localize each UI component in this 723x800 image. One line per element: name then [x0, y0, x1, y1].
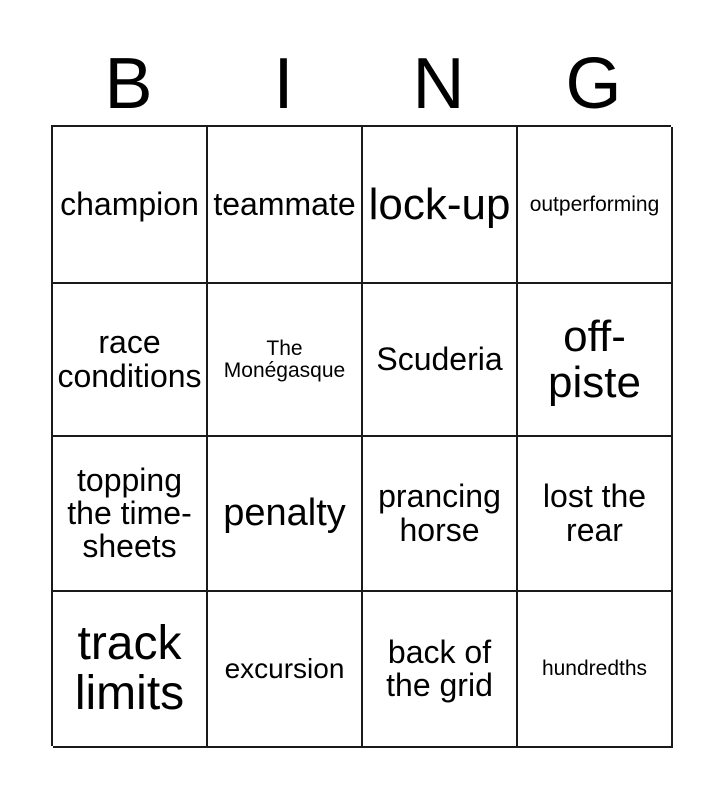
- bingo-cell[interactable]: lost the rear: [518, 437, 673, 592]
- bingo-cell-label: lost the rear: [542, 478, 647, 548]
- bingo-cell-label: teammate: [213, 185, 356, 222]
- bingo-header-letter-g: G: [565, 44, 622, 124]
- bingo-grid: champion teammate lock-up outperforming …: [51, 125, 673, 748]
- bingo-cell[interactable]: topping the time-sheets: [53, 437, 208, 592]
- bingo-cell-label: penalty: [223, 491, 346, 534]
- bingo-cell-label: prancing horse: [378, 478, 501, 548]
- bingo-cell[interactable]: lock-up: [363, 127, 518, 284]
- bingo-cell-label: Scuderia: [376, 340, 503, 377]
- bingo-cell[interactable]: teammate: [208, 127, 363, 284]
- bingo-cell-label: track limits: [74, 617, 185, 720]
- bingo-cell-label: excursion: [224, 653, 345, 685]
- bingo-cell-label: lock-up: [368, 179, 511, 229]
- bingo-cell[interactable]: race conditions: [53, 284, 208, 437]
- bingo-cell-label: race conditions: [57, 324, 202, 394]
- bingo-cell-label: outperforming: [529, 192, 660, 216]
- bingo-cell[interactable]: outperforming: [518, 127, 673, 284]
- bingo-cell[interactable]: penalty: [208, 437, 363, 592]
- bingo-cell[interactable]: prancing horse: [363, 437, 518, 592]
- bingo-cell[interactable]: track limits: [53, 592, 208, 748]
- bingo-cell[interactable]: off-piste: [518, 284, 673, 437]
- bingo-cell-label: The Monégasque: [223, 336, 346, 382]
- bingo-cell-label: back of the grid: [386, 633, 493, 703]
- bingo-cell-label: topping the time-sheets: [67, 461, 192, 565]
- bingo-header-letter-b: B: [104, 44, 153, 124]
- bingo-cell[interactable]: excursion: [208, 592, 363, 748]
- bingo-header-letter-i: I: [273, 44, 294, 124]
- bingo-header-letter-n: N: [412, 44, 465, 124]
- bingo-card: B I N G champion teammate lock-up outper…: [0, 0, 723, 800]
- bingo-header: B I N G: [51, 44, 671, 124]
- bingo-cell-label: hundredths: [541, 657, 648, 681]
- bingo-cell[interactable]: The Monégasque: [208, 284, 363, 437]
- bingo-cell[interactable]: hundredths: [518, 592, 673, 748]
- bingo-cell[interactable]: Scuderia: [363, 284, 518, 437]
- bingo-cell[interactable]: champion: [53, 127, 208, 284]
- bingo-cell[interactable]: back of the grid: [363, 592, 518, 748]
- bingo-cell-label: off-piste: [548, 311, 641, 407]
- bingo-cell-label: champion: [60, 185, 199, 222]
